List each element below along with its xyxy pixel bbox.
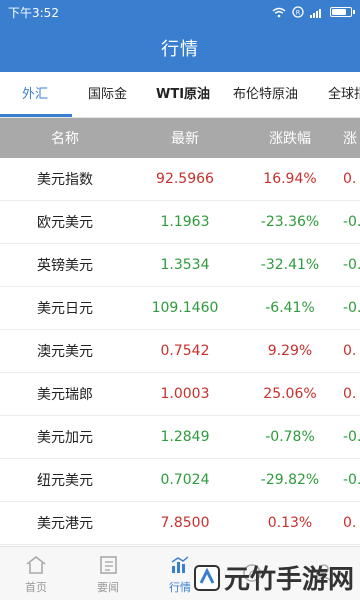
table-row[interactable]: 纽元美元 0.7024 -29.82% -0. — [0, 459, 360, 502]
signal-icon — [310, 8, 321, 18]
row-change-percent: 9.29% — [267, 343, 313, 359]
column-name[interactable]: 名称 — [0, 118, 130, 158]
table-row[interactable]: 美元港元 7.8500 0.13% 0. — [0, 502, 360, 545]
row-latest: 7.8500 — [160, 515, 210, 531]
row-latest: 1.1963 — [160, 214, 210, 230]
row-change: -0. — [343, 472, 360, 488]
row-latest: 1.2849 — [160, 429, 210, 445]
row-latest: 1.0003 — [160, 386, 210, 402]
row-change: 0. — [343, 171, 357, 187]
row-change-percent: -29.82% — [260, 472, 320, 488]
nav-news[interactable]: 要闻 — [72, 547, 144, 600]
row-name: 英镑美元 — [37, 258, 93, 274]
row-change-percent: -6.41% — [265, 300, 315, 316]
row-name: 美元日元 — [37, 301, 93, 317]
row-change: -0. — [343, 257, 360, 273]
wifi-icon — [272, 7, 286, 17]
nav-news-label: 要闻 — [97, 580, 119, 594]
row-latest: 109.1460 — [151, 300, 219, 316]
table-row[interactable]: 美元日元 109.1460 -6.41% -0. — [0, 287, 360, 330]
svg-text:R: R — [296, 9, 301, 17]
column-change[interactable]: 涨 — [343, 118, 360, 158]
row-name: 美元港元 — [37, 516, 93, 532]
row-change: -0. — [343, 429, 360, 445]
row-name: 纽元美元 — [37, 473, 93, 489]
table-row[interactable]: 美元指数 92.5966 16.94% 0. — [0, 158, 360, 201]
row-change-percent: -32.41% — [260, 257, 320, 273]
table-row[interactable]: 美元加元 1.2849 -0.78% -0. — [0, 416, 360, 459]
quote-list: 美元指数 92.5966 16.94% 0. 欧元美元 1.1963 -23.36% -0. 英… — [0, 158, 360, 545]
battery-icon — [330, 7, 355, 17]
table-row[interactable]: 英镑美元 1.3534 -32.41% -0. — [0, 244, 360, 287]
row-name: 美元指数 — [37, 172, 93, 188]
row-change: 0. — [343, 515, 357, 531]
row-change: 0. — [343, 343, 357, 359]
column-change-percent[interactable]: 涨跌幅 — [240, 118, 340, 158]
nav-home[interactable]: 首页 — [0, 547, 72, 600]
row-latest: 1.3534 — [160, 257, 210, 273]
row-name: 美元瑞郎 — [37, 387, 93, 403]
row-name: 美元加元 — [37, 430, 93, 446]
column-latest[interactable]: 最新 — [130, 118, 240, 158]
watermark: 元竹手游网 — [193, 559, 354, 596]
row-change-percent: 25.06% — [263, 386, 317, 402]
app-header: 行情 — [0, 24, 360, 72]
row-name: 澳元美元 — [37, 344, 93, 360]
table-row[interactable]: 欧元美元 1.1963 -23.36% -0. — [0, 201, 360, 244]
row-name: 欧元美元 — [37, 215, 93, 231]
tab-gold[interactable]: 国际金 — [88, 72, 127, 117]
watermark-logo-icon — [193, 564, 220, 591]
status-time: 下午3:52 — [8, 5, 59, 20]
row-change-percent: -0.78% — [265, 429, 315, 445]
nav-market-label: 行情 — [169, 580, 191, 594]
watermark-text: 元竹手游网 — [223, 565, 354, 595]
page-title: 行情 — [161, 39, 199, 60]
tab-indicator — [0, 114, 72, 117]
row-change-percent: 0.13% — [267, 515, 313, 531]
sim-icon: R — [292, 6, 304, 18]
status-bar: 下午3:52 R — [0, 0, 360, 24]
row-change: -0. — [343, 300, 360, 316]
nav-home-label: 首页 — [25, 580, 47, 594]
row-latest: 0.7024 — [160, 472, 210, 488]
row-change-percent: 16.94% — [263, 171, 317, 187]
row-change: 0. — [343, 386, 357, 402]
tab-global-index[interactable]: 全球指 — [328, 72, 360, 117]
tab-wti[interactable]: WTI原油 — [156, 72, 210, 117]
category-tabs: 外汇 国际金 WTI原油 布伦特原油 全球指 — [0, 72, 360, 118]
row-latest: 92.5966 — [156, 171, 214, 187]
table-row[interactable]: 美元瑞郎 1.0003 25.06% 0. — [0, 373, 360, 416]
news-icon — [100, 555, 117, 574]
table-row[interactable]: 澳元美元 0.7542 9.29% 0. — [0, 330, 360, 373]
chart-icon — [171, 555, 189, 573]
tab-brent[interactable]: 布伦特原油 — [233, 72, 298, 117]
home-icon — [26, 555, 46, 574]
status-icons: R — [272, 6, 355, 18]
row-latest: 0.7542 — [160, 343, 210, 359]
row-change: -0. — [343, 214, 360, 230]
tab-forex[interactable]: 外汇 — [22, 72, 48, 117]
row-change-percent: -23.36% — [260, 214, 320, 230]
table-header: 名称 最新 涨跌幅 涨 — [0, 118, 360, 158]
